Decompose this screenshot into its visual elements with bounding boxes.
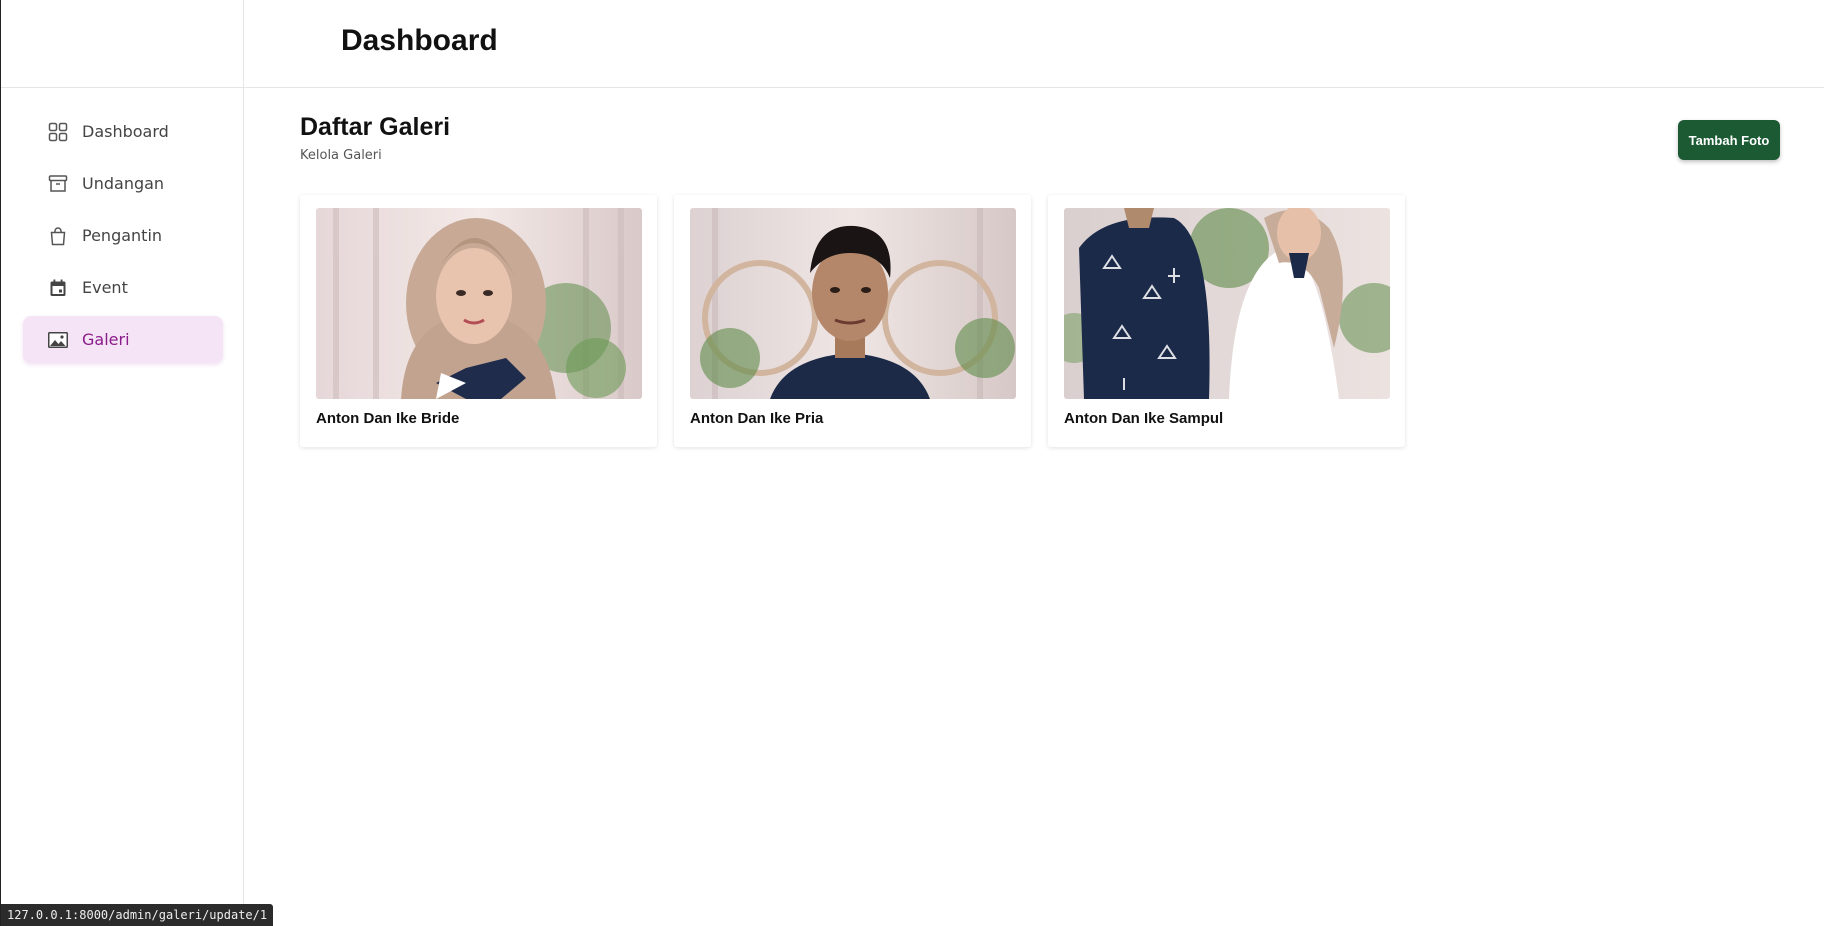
sidebar-item-galeri[interactable]: Galeri (23, 316, 223, 363)
sidebar-item-undangan[interactable]: Undangan (23, 160, 223, 207)
gallery-card[interactable]: Anton Dan Ike Sampul (1048, 195, 1405, 447)
page-title: Daftar Galeri (300, 113, 451, 141)
header-title: Dashboard (341, 24, 498, 57)
sidebar-item-label: Pengantin (82, 226, 163, 245)
grid-icon (47, 121, 69, 143)
gallery-caption: Anton Dan Ike Sampul (1064, 410, 1224, 427)
gallery-photo-bride[interactable] (316, 208, 642, 399)
sidebar-item-label: Galeri (82, 330, 130, 349)
sidebar-item-event[interactable]: Event (23, 264, 223, 311)
gallery-card[interactable]: Anton Dan Ike Pria (674, 195, 1031, 447)
gallery-photo-groom[interactable] (690, 208, 1016, 399)
sidebar-item-label: Undangan (82, 174, 165, 193)
status-bar-url: 127.0.0.1:8000/admin/galeri/update/1 (1, 904, 274, 926)
shopping-bag-icon (47, 225, 69, 247)
gallery-caption: Anton Dan Ike Pria (690, 410, 824, 427)
calendar-icon (47, 277, 69, 299)
gallery-caption: Anton Dan Ike Bride (316, 410, 460, 427)
app-window: Dashboard Undangan Pengantin Event Galer… (0, 0, 1824, 926)
sidebar-nav: Dashboard Undangan Pengantin Event Galer… (1, 88, 243, 363)
image-icon (47, 329, 69, 351)
gallery-photo-cover[interactable] (1064, 208, 1390, 399)
top-header: Dashboard (244, 0, 1824, 88)
page-subtitle: Kelola Galeri (300, 148, 382, 163)
sidebar: Dashboard Undangan Pengantin Event Galer… (1, 0, 244, 926)
main-content: Daftar Galeri Kelola Galeri Tambah Foto (244, 89, 1824, 926)
gallery-card[interactable]: Anton Dan Ike Bride (300, 195, 657, 447)
sidebar-item-label: Event (82, 278, 128, 297)
add-photo-button[interactable]: Tambah Foto (1678, 120, 1780, 160)
page-heading: Daftar Galeri Kelola Galeri (300, 113, 450, 163)
gallery-grid: Anton Dan Ike Bride Anton Dan Ike Pria A… (300, 195, 1405, 447)
sidebar-item-dashboard[interactable]: Dashboard (23, 108, 223, 155)
sidebar-item-pengantin[interactable]: Pengantin (23, 212, 223, 259)
sidebar-item-label: Dashboard (82, 122, 169, 141)
archive-icon (47, 173, 69, 195)
sidebar-logo-area (1, 0, 243, 88)
